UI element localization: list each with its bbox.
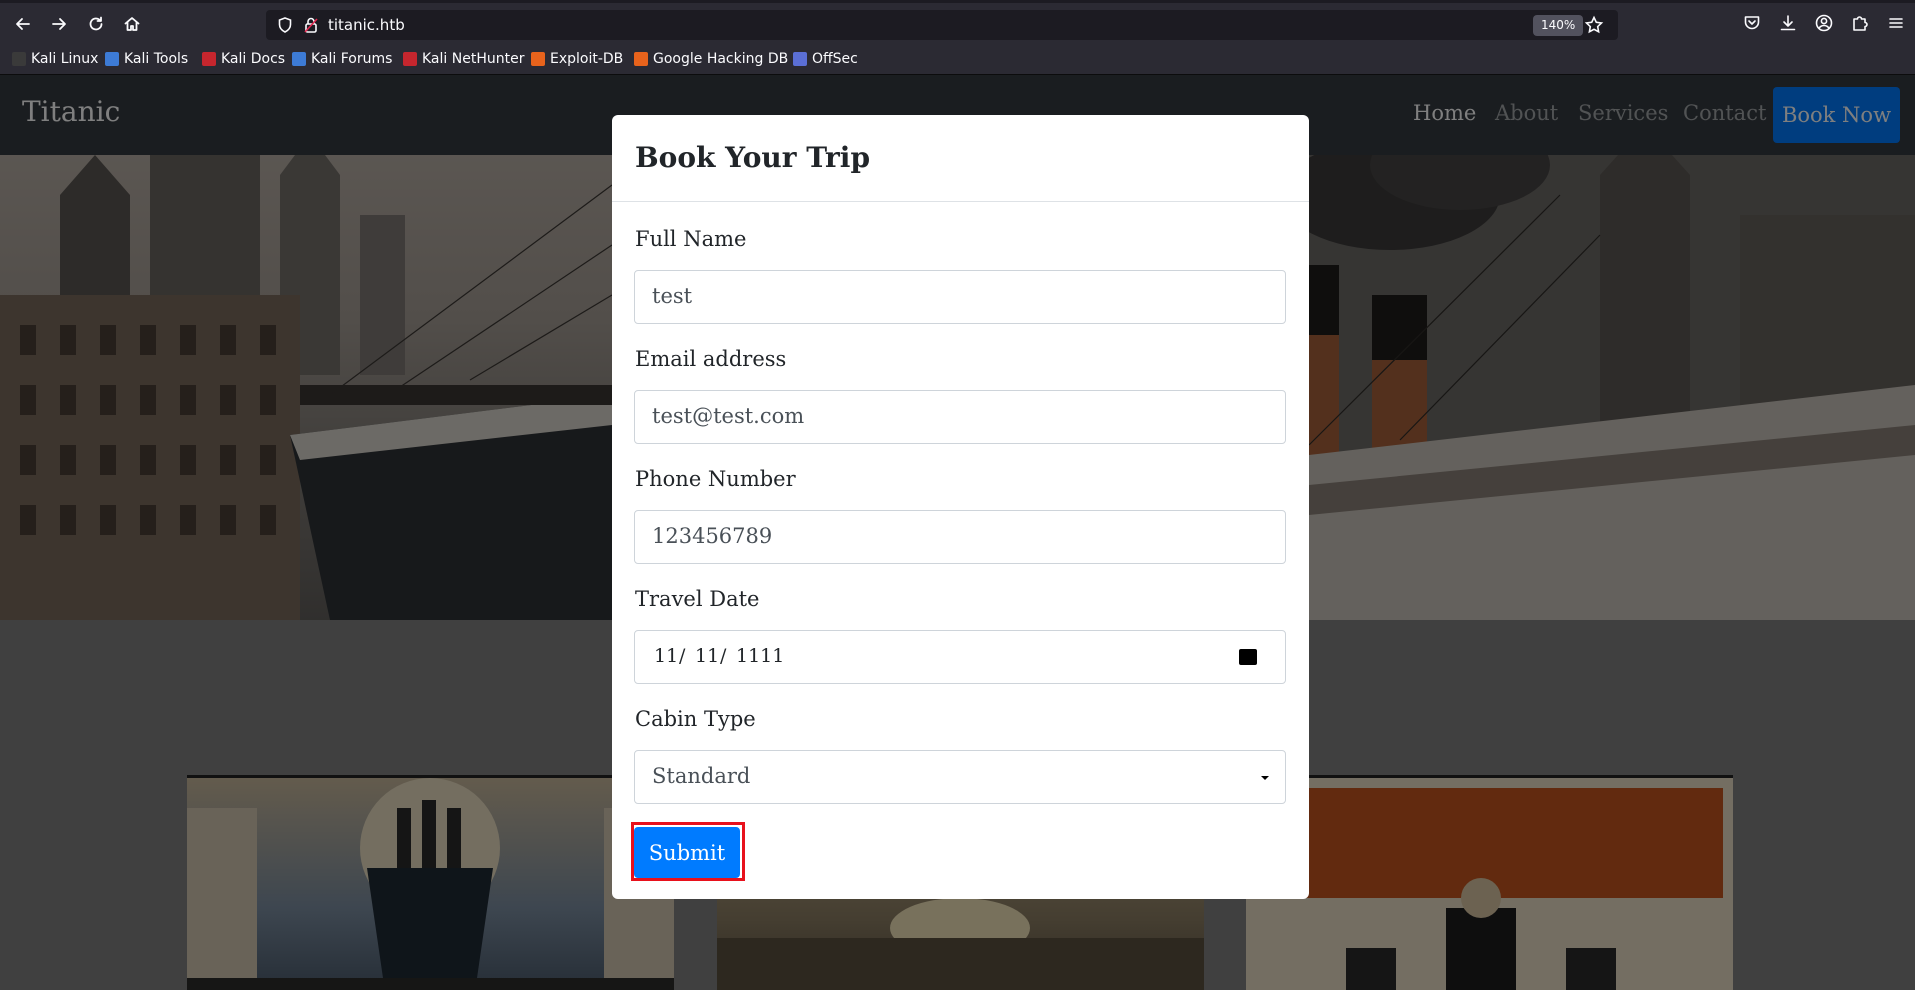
full-name-value: test xyxy=(652,284,693,308)
modal-title: Book Your Trip xyxy=(635,141,871,174)
cabin-type-value: Standard xyxy=(652,764,751,788)
arrow-left-icon xyxy=(16,18,30,30)
bookmark-label: OffSec xyxy=(812,51,858,67)
bookmarks-toolbar: Kali Linux Kali Tools Kali Docs Kali For… xyxy=(0,42,1915,75)
full-name-input[interactable]: test xyxy=(634,270,1286,324)
submit-highlight-outline xyxy=(631,822,745,881)
phone-value: 123456789 xyxy=(652,524,773,548)
phone-label: Phone Number xyxy=(635,467,796,491)
back-button[interactable] xyxy=(10,11,36,37)
pocket-icon xyxy=(1744,16,1760,30)
chevron-down-icon xyxy=(1261,776,1269,780)
email-input[interactable]: test@test.com xyxy=(634,390,1286,444)
reload-icon xyxy=(89,16,103,31)
account-button[interactable] xyxy=(1814,13,1836,35)
offsec-icon xyxy=(793,52,807,66)
kali-docs-icon xyxy=(202,52,216,66)
kali-tools-icon xyxy=(105,52,119,66)
bookmark-label: Google Hacking DB xyxy=(653,51,789,67)
travel-date-input[interactable]: 11 / 11 / 1111 xyxy=(634,630,1286,684)
close-icon[interactable] xyxy=(1268,145,1292,169)
star-icon[interactable] xyxy=(1584,15,1604,35)
bookmark-kali-forums[interactable]: Kali Forums xyxy=(292,50,392,68)
extensions-button[interactable] xyxy=(1850,13,1872,35)
calendar-icon[interactable] xyxy=(1236,644,1260,668)
download-icon xyxy=(1780,15,1796,31)
bookmark-label: Kali Tools xyxy=(124,51,189,67)
kali-nethunter-icon xyxy=(403,52,417,66)
bookmark-label: Kali Forums xyxy=(311,51,393,67)
kali-forums-icon xyxy=(292,52,306,66)
hamburger-menu-icon xyxy=(1889,18,1903,28)
url-text[interactable]: titanic.htb xyxy=(328,16,405,34)
home-icon xyxy=(124,17,140,31)
exploit-db-icon xyxy=(531,52,545,66)
email-value: test@test.com xyxy=(652,404,805,428)
home-button[interactable] xyxy=(119,11,145,37)
phone-input[interactable]: 123456789 xyxy=(634,510,1286,564)
date-month-segment[interactable]: 11 xyxy=(654,645,678,667)
kali-dragon-icon xyxy=(12,52,26,66)
bookmark-offsec[interactable]: OffSec xyxy=(793,50,858,68)
cabin-type-select[interactable]: Standard xyxy=(634,750,1286,804)
puzzle-icon xyxy=(1853,16,1868,31)
date-year-segment[interactable]: 1111 xyxy=(736,645,784,667)
downloads-button[interactable] xyxy=(1778,13,1800,35)
email-label: Email address xyxy=(635,347,787,371)
pocket-button[interactable] xyxy=(1742,13,1764,35)
bookmark-kali-linux[interactable]: Kali Linux xyxy=(12,50,98,68)
date-separator: / xyxy=(679,645,686,667)
booking-modal: Book Your Trip Full Name test Email addr… xyxy=(612,115,1309,899)
shield-icon[interactable] xyxy=(276,16,294,34)
travel-date-label: Travel Date xyxy=(635,587,760,611)
menu-button[interactable] xyxy=(1886,13,1908,35)
full-name-label: Full Name xyxy=(635,227,747,251)
bookmark-google-hacking-db[interactable]: Google Hacking DB xyxy=(634,50,788,68)
bookmark-label: Kali NetHunter xyxy=(422,51,525,67)
bookmark-kali-nethunter[interactable]: Kali NetHunter xyxy=(403,50,524,68)
account-icon xyxy=(1815,14,1833,32)
date-separator: / xyxy=(720,645,727,667)
bookmark-label: Exploit-DB xyxy=(550,51,624,67)
bookmark-kali-docs[interactable]: Kali Docs xyxy=(202,50,285,68)
bookmark-label: Kali Linux xyxy=(31,51,99,67)
browser-toolbar: titanic.htb 140% xyxy=(0,3,1915,42)
bookmark-kali-tools[interactable]: Kali Tools xyxy=(105,50,188,68)
forward-button[interactable] xyxy=(46,11,72,37)
google-hacking-db-icon xyxy=(634,52,648,66)
cabin-type-label: Cabin Type xyxy=(635,707,756,731)
lock-icon[interactable] xyxy=(302,16,320,34)
modal-header: Book Your Trip xyxy=(612,115,1309,202)
date-day-segment[interactable]: 11 xyxy=(695,645,719,667)
bookmark-exploit-db[interactable]: Exploit-DB xyxy=(531,50,623,68)
address-bar[interactable]: titanic.htb 140% xyxy=(266,10,1618,40)
reload-button[interactable] xyxy=(83,11,109,37)
arrow-right-icon xyxy=(52,18,66,30)
zoom-level-badge[interactable]: 140% xyxy=(1533,15,1584,36)
bookmark-label: Kali Docs xyxy=(221,51,286,67)
